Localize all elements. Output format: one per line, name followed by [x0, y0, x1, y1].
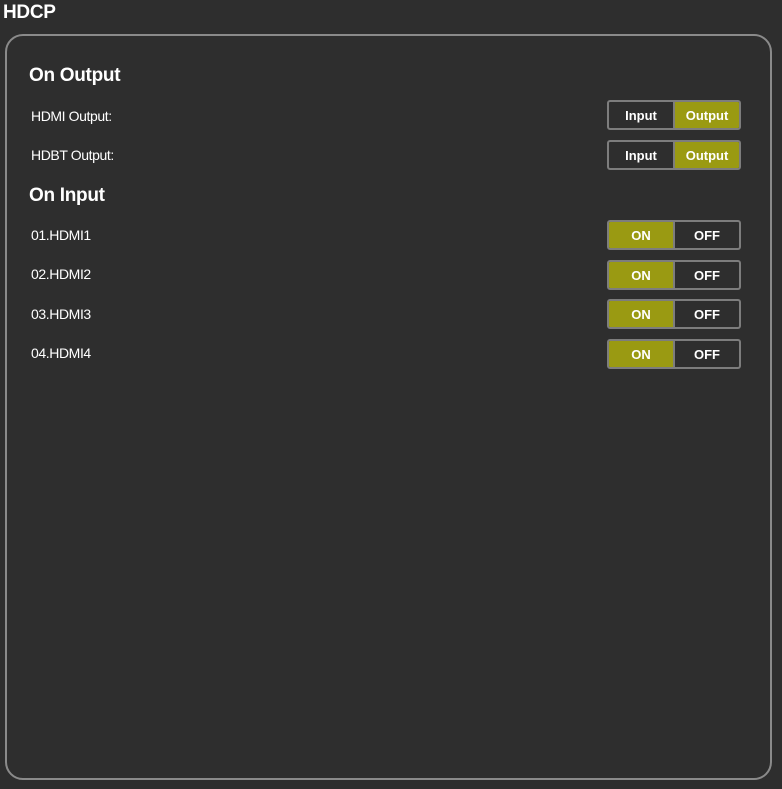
input-3-off-option[interactable]: OFF: [675, 301, 739, 327]
input-3-on-option[interactable]: ON: [609, 301, 675, 327]
on-output-title: On Output: [29, 65, 121, 86]
on-input-title: On Input: [29, 185, 105, 206]
hdmi-output-label: HDMI Output:: [31, 108, 112, 124]
input-1-hdcp-toggle[interactable]: ON OFF: [607, 220, 741, 250]
input-4-on-option[interactable]: ON: [609, 341, 675, 367]
input-4-hdcp-toggle[interactable]: ON OFF: [607, 339, 741, 369]
input-1-off-option[interactable]: OFF: [675, 222, 739, 248]
hdbt-output-output-option[interactable]: Output: [675, 142, 739, 168]
input-1-on-option[interactable]: ON: [609, 222, 675, 248]
input-3-hdcp-toggle[interactable]: ON OFF: [607, 299, 741, 329]
input-3-label: 03.HDMI3: [31, 306, 91, 322]
hdbt-output-toggle[interactable]: Input Output: [607, 140, 741, 170]
input-2-hdcp-toggle[interactable]: ON OFF: [607, 260, 741, 290]
hdmi-output-toggle[interactable]: Input Output: [607, 100, 741, 130]
input-4-label: 04.HDMI4: [31, 345, 91, 361]
input-2-off-option[interactable]: OFF: [675, 262, 739, 288]
input-1-label: 01.HDMI1: [31, 227, 91, 243]
page-title: HDCP: [3, 2, 56, 23]
hdmi-output-input-option[interactable]: Input: [609, 102, 675, 128]
hdmi-output-output-option[interactable]: Output: [675, 102, 739, 128]
hdcp-panel: On Output HDMI Output: Input Output HDBT…: [5, 34, 772, 780]
hdbt-output-label: HDBT Output:: [31, 147, 114, 163]
input-2-on-option[interactable]: ON: [609, 262, 675, 288]
input-4-off-option[interactable]: OFF: [675, 341, 739, 367]
hdbt-output-input-option[interactable]: Input: [609, 142, 675, 168]
input-2-label: 02.HDMI2: [31, 266, 91, 282]
